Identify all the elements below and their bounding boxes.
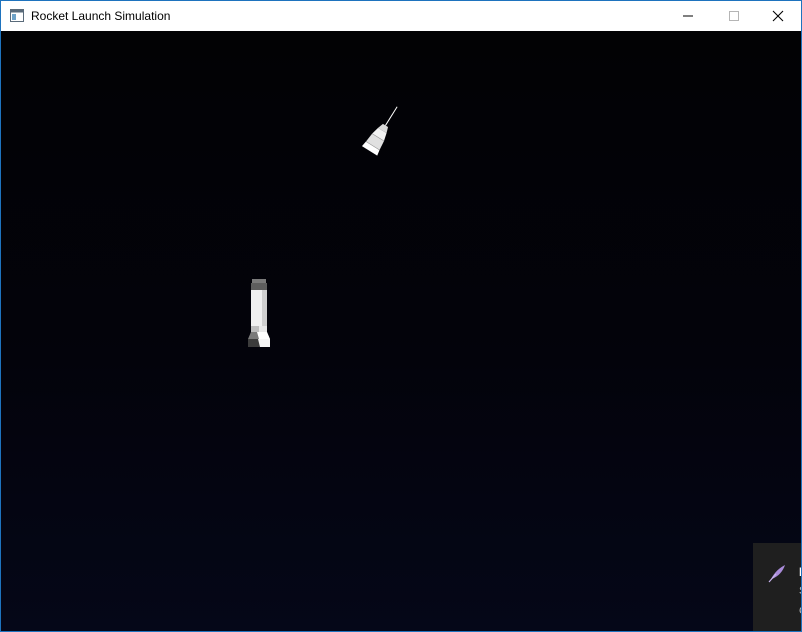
window-title: Rocket Launch Simulation: [31, 9, 171, 23]
minimize-button[interactable]: [665, 1, 711, 31]
close-button[interactable]: [755, 1, 801, 31]
title-bar[interactable]: Rocket Launch Simulation: [1, 1, 801, 31]
rocket-upper-stage: [361, 106, 398, 156]
notification-title: I: [799, 565, 801, 579]
simulation-canvas[interactable]: I S C: [1, 31, 801, 631]
minimize-icon: [683, 15, 693, 17]
feather-icon: [768, 565, 785, 583]
app-window: Rocket Launch Simulation I: [0, 0, 802, 632]
rocket-booster-stage: [248, 279, 270, 347]
notification-toast[interactable]: I S C: [753, 543, 801, 631]
notification-text-line-2: C: [799, 605, 801, 617]
maximize-icon: [729, 11, 739, 21]
close-icon: [772, 10, 784, 22]
maximize-button[interactable]: [711, 1, 757, 31]
notification-text-line-1: S: [799, 585, 801, 597]
window-app-icon: [10, 9, 24, 22]
